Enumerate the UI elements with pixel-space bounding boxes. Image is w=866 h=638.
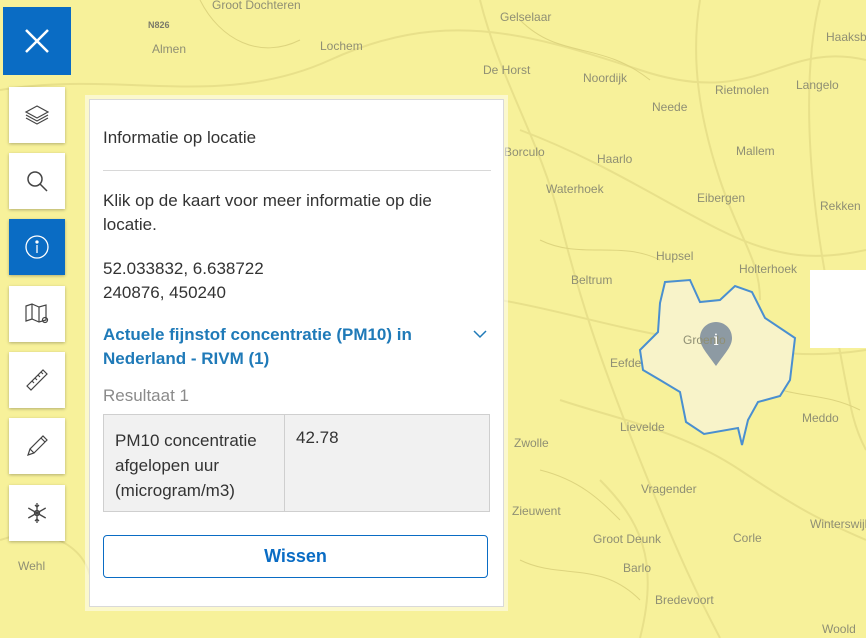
coords-rd: 240876, 450240	[103, 283, 226, 302]
map-legend-button[interactable]	[9, 286, 65, 342]
chevron-down-icon[interactable]	[472, 328, 488, 340]
map-place-label: Hupsel	[656, 249, 694, 263]
settings-button[interactable]	[9, 485, 65, 541]
map-place-label: Borculo	[504, 145, 545, 159]
map-place-label: Mallem	[736, 144, 775, 158]
map-place-label: Zieuwent	[512, 504, 561, 518]
map-place-label: Wehl	[18, 559, 46, 573]
map-place-label: Noordijk	[583, 71, 628, 85]
panel-title: Informatie op locatie	[103, 128, 257, 147]
map-place-label: Barlo	[623, 561, 652, 575]
map-place-label: Rietmolen	[715, 83, 770, 97]
info-panel: Informatie op locatie Klik op de kaart v…	[89, 99, 504, 607]
map-place-label: N826	[148, 20, 170, 30]
measure-button[interactable]	[9, 352, 65, 408]
map-place-label: Langelo	[796, 78, 839, 92]
map-place-label: Neede	[652, 100, 688, 114]
map-place-label: Woold	[822, 622, 856, 636]
info-icon	[25, 235, 49, 259]
search-button[interactable]	[9, 153, 65, 209]
map-place-label: Winterswijk	[810, 517, 866, 531]
search-icon	[27, 171, 48, 192]
result-key: PM10 concentratie afgelopen uur (microgr…	[104, 415, 285, 511]
map-place-label: Bredevoort	[655, 593, 714, 607]
result-label: Resultaat 1	[103, 386, 189, 405]
clear-button[interactable]: Wissen	[103, 535, 488, 578]
panel-divider	[103, 170, 491, 171]
ruler-icon	[26, 369, 48, 391]
map-place-label: Corle	[733, 531, 762, 545]
map-place-label: Haarlo	[597, 152, 633, 166]
map-place-label: Beltrum	[571, 273, 613, 287]
result-value: 42.78	[296, 428, 339, 447]
map-tile-gap	[810, 270, 866, 348]
pencil-icon	[27, 435, 48, 456]
panel-intro: Klik op de kaart voor meer informatie op…	[103, 191, 432, 234]
info-button[interactable]	[9, 219, 65, 275]
coords-wgs84: 52.033832, 6.638722	[103, 259, 264, 278]
map-place-label: De Horst	[483, 63, 531, 77]
map-place-label: Groot Deunk	[593, 532, 662, 546]
close-icon	[25, 29, 49, 53]
map-place-label: Almen	[152, 42, 187, 56]
map-place-label: Lievelde	[620, 420, 665, 434]
map-place-label: Meddo	[802, 411, 839, 425]
map-place-label: Waterhoek	[546, 182, 604, 196]
result-table: PM10 concentratie afgelopen uur (microgr…	[103, 414, 490, 512]
map-place-label: Eefde	[610, 356, 642, 370]
map-place-label: Haaksbergen	[826, 30, 866, 44]
map-place-label: Lochem	[320, 39, 363, 53]
map-legend-icon	[25, 303, 49, 324]
layers-button[interactable]	[9, 87, 65, 143]
layers-icon	[24, 105, 50, 125]
map-place-label: Rekken	[820, 199, 861, 213]
map-place-label: Zwolle	[514, 436, 549, 450]
map-place-label: Groenlo	[683, 333, 726, 347]
close-button[interactable]	[3, 7, 71, 75]
map-place-label: Groot Dochteren	[212, 0, 301, 12]
map-place-label: Vragender	[641, 482, 697, 496]
map-place-label: Gelselaar	[500, 10, 552, 24]
layer-result-title[interactable]: Actuele fijnstof concentratie (PM10) in …	[103, 323, 443, 371]
map-place-label: Eibergen	[697, 191, 746, 205]
draw-button[interactable]	[9, 418, 65, 474]
map-place-label: Holterhoek	[739, 262, 798, 276]
snowflake-icon	[27, 503, 47, 523]
